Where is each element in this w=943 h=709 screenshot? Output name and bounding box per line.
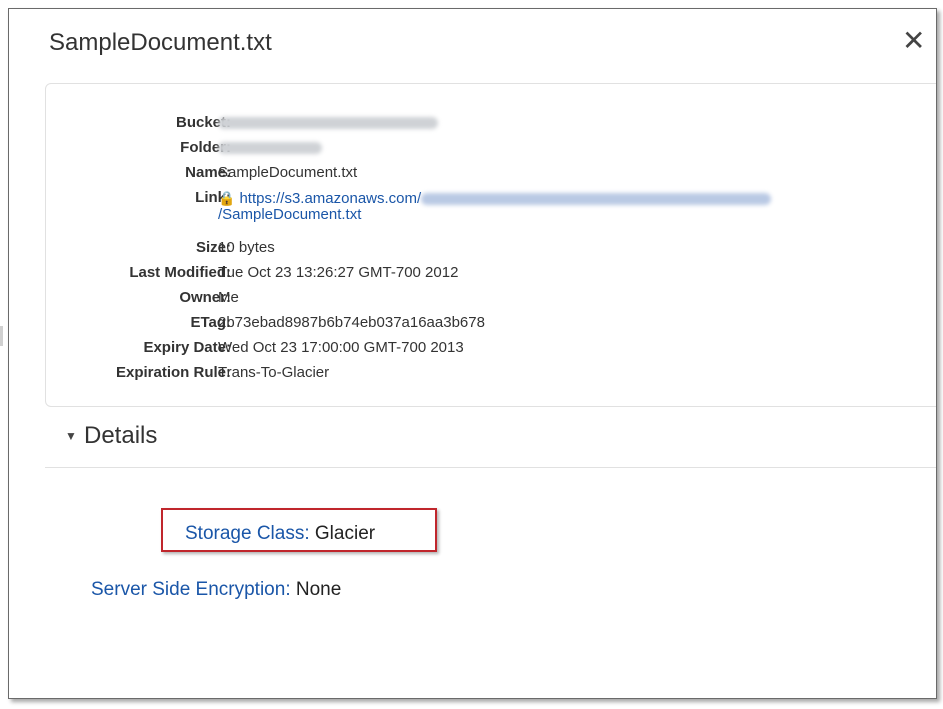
- expiry-date-value: Wed Oct 23 17:00:00 GMT-700 2013: [218, 339, 464, 356]
- expiration-rule-value: Trans-To-Glacier: [218, 364, 330, 381]
- close-icon[interactable]: ✕: [902, 27, 925, 55]
- last-modified-label: Last Modified:: [129, 264, 231, 281]
- folder-value: [218, 139, 322, 157]
- object-properties-dialog: SampleDocument.txt ✕ Bucket: Folder: Nam…: [8, 8, 937, 699]
- side-mark: [0, 326, 3, 346]
- dialog-title: SampleDocument.txt: [49, 29, 272, 56]
- caret-down-icon[interactable]: ▼: [65, 429, 77, 443]
- last-modified-value: Tue Oct 23 13:26:27 GMT-700 2012: [218, 264, 459, 281]
- details-section-header[interactable]: ▼ Details: [45, 405, 936, 468]
- lock-icon: 🔒: [218, 190, 236, 206]
- server-side-encryption-value: None: [295, 579, 342, 600]
- bucket-value: [218, 114, 438, 132]
- name-value: SampleDocument.txt: [218, 164, 358, 181]
- object-link-suffix[interactable]: /SampleDocument.txt: [218, 206, 361, 224]
- storage-class-value: Glacier: [314, 523, 376, 544]
- object-link-prefix[interactable]: https://s3.amazonaws.com/: [239, 190, 421, 207]
- expiration-rule-label: Expiration Rule:: [115, 364, 231, 381]
- owner-value: Me: [218, 289, 239, 306]
- etag-value: 2b73ebad8987b6b74eb037a16aa3b678: [218, 314, 485, 331]
- details-title[interactable]: Details: [84, 422, 157, 450]
- server-side-encryption-label[interactable]: Server Side Encryption:: [91, 579, 291, 600]
- storage-class-row: Storage Class: Glacier: [185, 523, 375, 545]
- storage-class-label[interactable]: Storage Class:: [185, 523, 310, 544]
- size-value: 10 bytes: [218, 239, 275, 256]
- server-side-encryption-row: Server Side Encryption: None: [91, 579, 341, 601]
- screenshot-canvas: SampleDocument.txt ✕ Bucket: Folder: Nam…: [0, 0, 943, 709]
- properties-panel: Bucket: Folder: Name: SampleDocument.txt…: [45, 83, 936, 407]
